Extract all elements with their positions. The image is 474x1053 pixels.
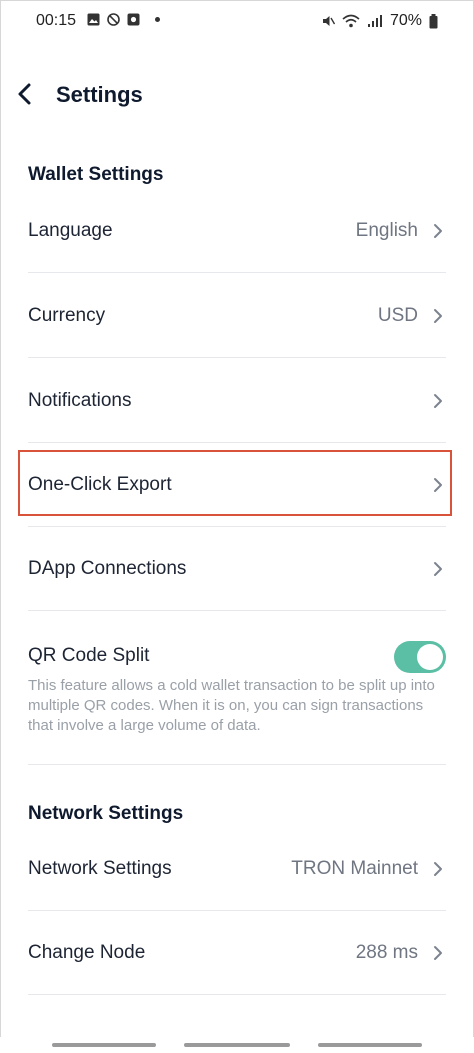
row-value: TRON Mainnet — [291, 858, 418, 879]
row-label: DApp Connections — [28, 558, 187, 579]
settings-row-dapp-connections[interactable]: DApp Connections — [0, 527, 474, 611]
divider — [28, 994, 446, 995]
status-time: 00:15 — [36, 12, 77, 29]
qr-split-description: This feature allows a cold wallet transa… — [28, 677, 435, 734]
row-label: Network Settings — [28, 858, 172, 879]
highlight-box — [18, 450, 452, 516]
row-label: Currency — [28, 305, 106, 326]
chevron-right-icon — [434, 562, 442, 576]
signal-icon — [367, 15, 382, 27]
status-bar: 00:15 70% — [0, 0, 474, 44]
back-chevron-icon[interactable] — [14, 80, 38, 108]
nav-pill[interactable] — [318, 1043, 422, 1047]
mute-icon — [322, 16, 335, 26]
chevron-right-icon — [434, 394, 442, 408]
settings-row-network[interactable]: Network Settings TRON Mainnet — [0, 827, 474, 911]
divider — [28, 610, 446, 611]
row-label: Change Node — [28, 942, 146, 963]
settings-row-change-node[interactable]: Change Node 288 ms — [0, 911, 474, 995]
nav-pill[interactable] — [52, 1043, 156, 1047]
row-value: 288 ms — [355, 942, 418, 963]
battery-icon — [429, 13, 438, 28]
system-nav-bar — [0, 1037, 474, 1053]
qr-split-label: QR Code Split — [28, 645, 150, 666]
chevron-right-icon — [434, 224, 442, 238]
divider — [28, 272, 446, 273]
settings-row-notifications[interactable]: Notifications — [0, 359, 474, 443]
toggle-knob — [417, 644, 443, 670]
battery-percent: 70% — [389, 12, 422, 29]
wifi-icon — [342, 14, 360, 28]
chevron-right-icon — [434, 946, 442, 960]
section-title-network: Network Settings — [28, 803, 184, 824]
row-label: Notifications — [28, 390, 132, 411]
divider — [28, 357, 446, 358]
section-title-wallet: Wallet Settings — [28, 164, 164, 185]
nav-pill[interactable] — [184, 1043, 290, 1047]
blocked-icon — [107, 13, 120, 26]
divider — [28, 764, 446, 765]
notification-dot-icon — [155, 17, 160, 22]
image-icon — [87, 13, 100, 26]
header: Settings — [0, 70, 474, 122]
qr-split-toggle[interactable] — [394, 641, 446, 673]
camera-icon — [127, 13, 140, 26]
settings-row-language[interactable]: Language English — [0, 189, 474, 273]
row-value: English — [355, 220, 418, 241]
settings-row-currency[interactable]: Currency USD — [0, 274, 474, 358]
chevron-right-icon — [434, 862, 442, 876]
row-value: USD — [377, 305, 418, 326]
page-title: Settings — [56, 82, 143, 107]
chevron-right-icon — [434, 309, 442, 323]
row-label: Language — [28, 220, 113, 241]
